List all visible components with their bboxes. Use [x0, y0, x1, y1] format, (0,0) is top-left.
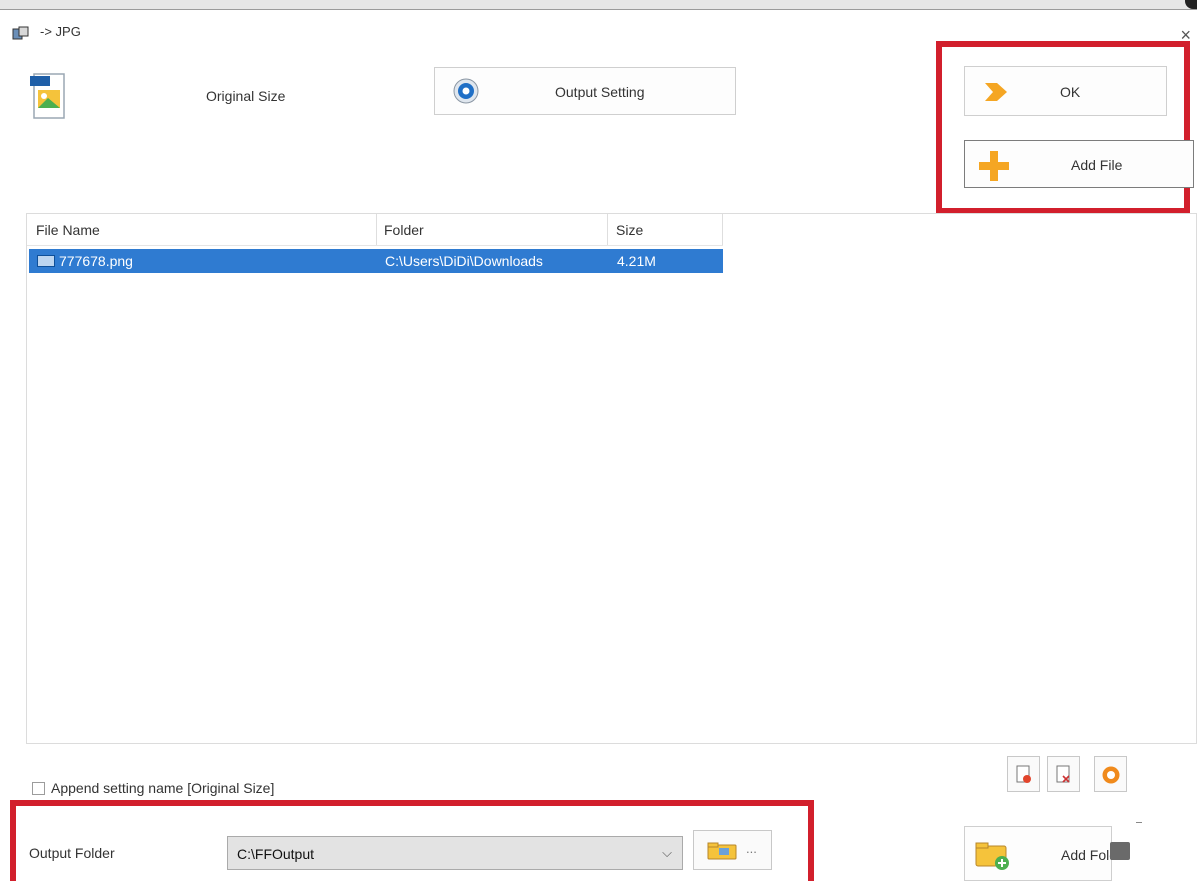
output-folder-label: Output Folder: [29, 845, 115, 861]
column-divider[interactable]: [376, 214, 377, 245]
list-header: File Name Folder Size: [27, 214, 723, 246]
column-file-name[interactable]: File Name: [36, 222, 100, 238]
add-folder-icon: [975, 842, 1009, 870]
converter-window: -> JPG × Original Size Output Setting OK…: [0, 0, 1197, 881]
settings-disc-icon: [453, 78, 479, 104]
output-setting-label: Output Setting: [555, 84, 645, 100]
start-button[interactable]: [1094, 756, 1127, 792]
image-file-icon: [37, 255, 55, 267]
cell-folder: C:\Users\DiDi\Downloads: [385, 253, 543, 269]
column-folder[interactable]: Folder: [384, 222, 424, 238]
output-setting-button[interactable]: Output Setting: [434, 67, 736, 115]
add-file-button[interactable]: Add File: [964, 140, 1194, 188]
remove-file-button[interactable]: [1007, 756, 1040, 792]
clear-list-button[interactable]: [1047, 756, 1080, 792]
browse-dots: ...: [746, 841, 757, 856]
divider: [1136, 822, 1142, 823]
folder-icon: [707, 842, 737, 860]
jpg-file-icon: [30, 73, 65, 119]
column-divider[interactable]: [722, 214, 723, 245]
table-row[interactable]: 777678.png C:\Users\DiDi\Downloads 4.21M: [29, 249, 723, 273]
output-folder-select[interactable]: C:\FFOutput ⌵: [227, 836, 683, 870]
plus-icon: [979, 151, 1009, 181]
window-top-edge: [0, 0, 1197, 9]
column-divider[interactable]: [607, 214, 608, 245]
append-setting-checkbox[interactable]: [32, 782, 45, 795]
ok-button[interactable]: OK: [964, 66, 1167, 116]
cell-size: 4.21M: [617, 253, 656, 269]
window-top-divider: [0, 9, 1197, 10]
profile-label: Original Size: [206, 88, 286, 104]
app-convert-icon: [12, 26, 29, 40]
output-folder-value: C:\FFOutput: [237, 846, 315, 862]
overlay-chip: [1110, 842, 1130, 860]
ok-label: OK: [1060, 84, 1081, 100]
column-size[interactable]: Size: [616, 222, 643, 238]
clear-list-icon: [1056, 765, 1070, 783]
browse-folder-button[interactable]: ...: [693, 830, 772, 870]
window-title: -> JPG: [40, 24, 81, 39]
play-icon: [1102, 766, 1120, 784]
cell-file-name: 777678.png: [59, 253, 133, 269]
append-setting-label[interactable]: Append setting name [Original Size]: [51, 780, 274, 796]
remove-file-icon: [1016, 765, 1031, 783]
file-list[interactable]: File Name Folder Size 777678.png C:\User…: [26, 213, 1197, 744]
add-file-label: Add File: [1071, 157, 1123, 173]
chevron-down-icon[interactable]: ⌵: [662, 845, 672, 861]
arrow-right-icon: [985, 83, 1007, 101]
add-folder-button[interactable]: Add Folder: [964, 826, 1129, 881]
